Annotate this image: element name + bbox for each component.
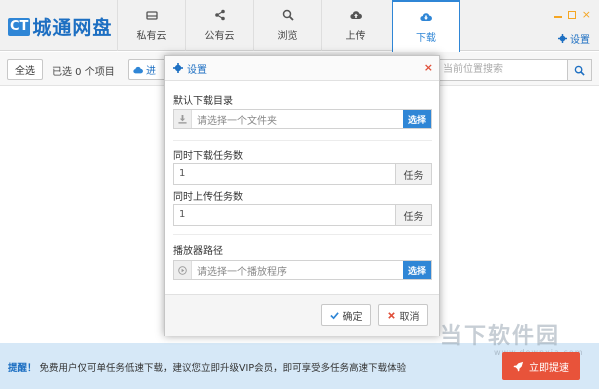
in-progress-button[interactable]: 进 [128, 59, 168, 80]
minimize-button[interactable] [553, 13, 562, 18]
cloud-icon [133, 66, 143, 73]
concurrent-upload-input[interactable]: 1 任务 [173, 204, 432, 226]
play-icon [174, 261, 192, 279]
download-dir-placeholder: 请选择一个文件夹 [197, 115, 277, 127]
dialog-title: 设置 [187, 64, 207, 76]
confirm-label: 确定 [342, 311, 363, 323]
logo-text: 城通网盘 [32, 17, 113, 39]
player-path-field[interactable]: 请选择一个播放程序 选择 [173, 260, 432, 280]
select-all-button[interactable]: 全选 [7, 59, 43, 80]
in-progress-label: 进 [146, 66, 156, 77]
rocket-icon [513, 361, 524, 372]
cloud-upload-icon [349, 11, 362, 20]
notice-prefix: 提醒！ [8, 363, 37, 374]
download-dir-label: 默认下载目录 [173, 96, 233, 107]
notice-message: 免费用户仅可单任务低速下载，建议您立即升级VIP会员，即可享受多任务高速下载体验 [39, 363, 407, 374]
upgrade-label: 立即提速 [529, 362, 569, 374]
search-input[interactable]: 当前位置搜索 [435, 59, 568, 81]
confirm-button[interactable]: 确定 [321, 304, 371, 326]
watermark: 当下软件园 www.downxia.com [440, 318, 583, 357]
task-unit: 任务 [395, 164, 431, 184]
tab-label: 上传 [345, 31, 366, 42]
tab-label: 私有云 [136, 31, 167, 42]
choose-folder-button[interactable]: 选择 [402, 110, 431, 128]
tab-upload[interactable]: 上传 [321, 0, 389, 51]
tab-download[interactable]: 下载 [392, 0, 460, 52]
selected-count: 已选 0 个项目 [52, 67, 115, 78]
settings-button[interactable]: 设置 [558, 31, 590, 46]
tab-label: 下载 [416, 32, 436, 44]
app-logo: CT 城通网盘 [8, 13, 112, 40]
maximize-button[interactable] [567, 11, 576, 19]
tab-label: 公有云 [204, 31, 235, 42]
search-button[interactable] [568, 59, 592, 81]
player-path-placeholder: 请选择一个播放程序 [197, 266, 287, 278]
check-icon [329, 311, 339, 319]
gear-icon [173, 63, 183, 73]
search-icon [282, 9, 294, 21]
concurrent-download-label: 同时下载任务数 [173, 151, 243, 162]
player-path-label: 播放器路径 [173, 246, 223, 257]
cancel-button[interactable]: 取消 [378, 304, 428, 326]
choose-player-button[interactable]: 选择 [402, 261, 431, 279]
tab-private-cloud[interactable]: 私有云 [117, 0, 185, 51]
top-bar: CT 城通网盘 私有云 公有云 浏览 上传 下载 × 设置 [0, 0, 599, 52]
tab-label: 浏览 [277, 31, 298, 42]
download-dir-field[interactable]: 请选择一个文件夹 选择 [173, 109, 432, 129]
concurrent-download-value: 1 [179, 168, 186, 179]
tab-browse[interactable]: 浏览 [253, 0, 321, 51]
divider [173, 140, 432, 141]
dialog-footer: 确定 取消 [165, 294, 439, 336]
window-controls: × [553, 9, 591, 20]
search-icon [574, 65, 585, 76]
cloud-download-icon [420, 12, 432, 21]
concurrent-upload-label: 同时上传任务数 [173, 192, 243, 203]
concurrent-upload-value: 1 [179, 209, 186, 220]
upgrade-button[interactable]: 立即提速 [502, 352, 580, 380]
logo-badge: CT [8, 17, 31, 36]
share-icon [214, 9, 225, 21]
cancel-label: 取消 [399, 311, 420, 323]
close-icon [387, 311, 395, 319]
dialog-close-button[interactable]: × [424, 62, 433, 74]
settings-dialog: 设置 × 默认下载目录 请选择一个文件夹 选择 同时下载任务数 1 任务 同时上… [164, 55, 440, 336]
settings-label: 设置 [570, 35, 590, 46]
task-unit: 任务 [395, 205, 431, 225]
close-button[interactable]: × [582, 9, 591, 20]
hdd-icon [145, 11, 158, 20]
dialog-header: 设置 [165, 56, 439, 81]
tab-public-cloud[interactable]: 公有云 [185, 0, 253, 51]
download-icon [174, 110, 192, 128]
divider [173, 234, 432, 235]
gear-icon [558, 34, 567, 43]
notice-text: 提醒！ 免费用户仅可单任务低速下载，建议您立即升级VIP会员，即可享受多任务高速… [8, 360, 406, 374]
watermark-text: 当下软件园 [440, 324, 561, 349]
concurrent-download-input[interactable]: 1 任务 [173, 163, 432, 185]
